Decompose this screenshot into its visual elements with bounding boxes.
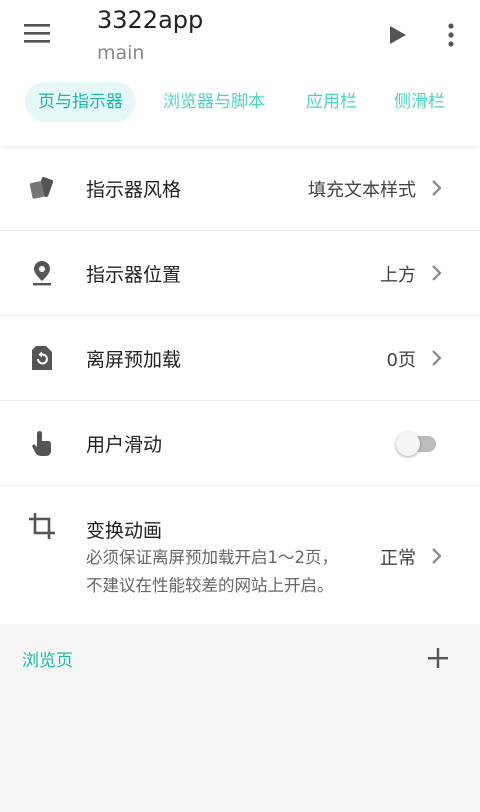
- more-vert-icon[interactable]: [440, 20, 462, 50]
- setting-value: 上方: [380, 265, 416, 286]
- app-title: 3322app: [97, 6, 204, 34]
- restore-page-icon: [28, 344, 56, 372]
- play-icon[interactable]: [384, 22, 410, 48]
- setting-value: 填充文本样式: [308, 180, 416, 201]
- setting-label: 用户滑动: [86, 434, 163, 456]
- style-cards-icon: [28, 174, 56, 202]
- description-line: 不建议在性能较差的网站上开启。: [86, 576, 334, 595]
- setting-value: 0页: [386, 350, 416, 371]
- setting-offscreen-preload[interactable]: 离屏预加载 0页: [0, 316, 480, 401]
- location-pin-icon: [28, 259, 56, 287]
- chevron-right-icon: [430, 263, 444, 283]
- description-line: 必须保证离屏预加载开启1～2页，: [86, 548, 338, 567]
- setting-user-swipe: 用户滑动: [0, 401, 480, 486]
- app-subtitle: main: [97, 42, 145, 64]
- user-swipe-toggle[interactable]: [396, 432, 438, 456]
- settings-list: 指示器风格 填充文本样式 指示器位置 上方 离屏预加载 0页 用户滑动 变换动画…: [0, 146, 480, 624]
- tab-bar: 页与指示器 浏览器与脚本 应用栏 侧滑栏: [0, 82, 480, 124]
- setting-indicator-style[interactable]: 指示器风格 填充文本样式: [0, 146, 480, 231]
- chevron-right-icon: [430, 178, 444, 198]
- add-icon[interactable]: [426, 646, 450, 670]
- tab-browser-script[interactable]: 浏览器与脚本: [150, 82, 278, 122]
- chevron-right-icon: [430, 348, 444, 368]
- toggle-thumb: [396, 432, 420, 456]
- setting-label: 变换动画: [86, 520, 163, 542]
- browser-pages-section: 浏览页: [0, 624, 480, 812]
- setting-indicator-position[interactable]: 指示器位置 上方: [0, 231, 480, 316]
- touch-hand-icon: [28, 429, 56, 457]
- tab-side-drawer[interactable]: 侧滑栏: [381, 82, 458, 122]
- section-title: 浏览页: [22, 651, 73, 671]
- app-bar: 3322app main 页与指示器 浏览器与脚本 应用栏 侧滑栏: [0, 0, 480, 146]
- setting-value: 正常: [380, 548, 416, 569]
- setting-description: 必须保证离屏预加载开启1～2页， 不建议在性能较差的网站上开启。: [86, 544, 376, 600]
- tab-pages-indicator[interactable]: 页与指示器: [25, 82, 136, 122]
- tab-app-bar[interactable]: 应用栏: [293, 82, 370, 122]
- setting-label: 指示器风格: [86, 179, 182, 201]
- setting-label: 指示器位置: [86, 264, 182, 286]
- chevron-right-icon: [430, 546, 444, 566]
- setting-transition-animation[interactable]: 变换动画 必须保证离屏预加载开启1～2页， 不建议在性能较差的网站上开启。 正常: [0, 486, 480, 624]
- menu-icon[interactable]: [22, 20, 54, 48]
- crop-icon: [28, 512, 56, 540]
- setting-label: 离屏预加载: [86, 349, 182, 371]
